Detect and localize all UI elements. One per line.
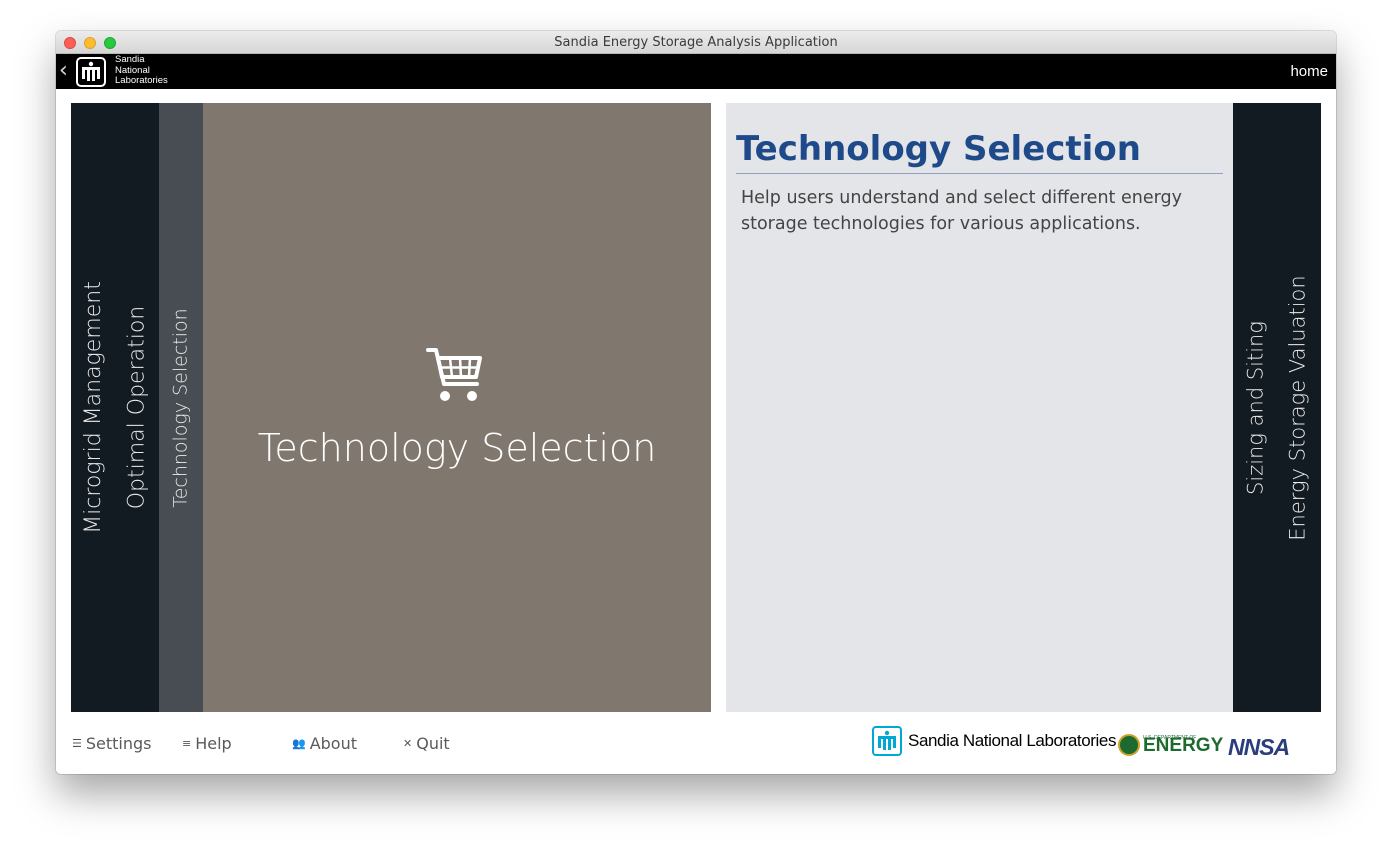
tab-label: Microgrid Management — [80, 281, 106, 534]
tab-sizing-and-siting[interactable]: Sizing and Siting — [1235, 275, 1277, 540]
feature-title: Technology Selection — [257, 426, 657, 470]
left-panel: Microgrid Management Optimal Operation T… — [71, 103, 711, 712]
shopping-cart-icon — [426, 348, 482, 401]
title-divider — [736, 173, 1223, 174]
description-panel: Technology Selection Help users understa… — [726, 103, 1233, 712]
title-bar: Sandia Energy Storage Analysis Applicati… — [56, 31, 1336, 54]
about-label: About — [309, 734, 358, 753]
doe-logo: U.S. DEPARTMENT OF ENERGY — [1118, 734, 1223, 756]
window-title: Sandia Energy Storage Analysis Applicati… — [554, 35, 838, 50]
app-window: Sandia Energy Storage Analysis Applicati… — [56, 31, 1336, 774]
sandia-thunderbird-icon — [872, 726, 902, 756]
tab-microgrid-management[interactable]: Microgrid Management — [71, 103, 115, 712]
logo-line: Sandia — [115, 54, 145, 65]
sandia-logo-text: Sandia National Laboratories — [908, 731, 1117, 750]
tab-label: Technology Selection — [170, 307, 192, 508]
tab-technology-selection[interactable]: Technology Selection — [159, 103, 203, 712]
settings-label: Settings — [85, 734, 152, 753]
tab-group-right: Sizing and Siting Energy Storage Valuati… — [1233, 103, 1321, 712]
sandia-logo-text: Sandia National Laboratories — [115, 54, 168, 87]
nnsa-logo: NNSA — [1228, 734, 1290, 760]
feature-tile[interactable]: Technology Selection — [203, 103, 711, 712]
users-icon: 👥 — [292, 737, 306, 750]
right-panel: Technology Selection Help users understa… — [726, 103, 1321, 712]
quit-label: Quit — [416, 734, 450, 753]
tab-energy-storage-valuation[interactable]: Energy Storage Valuation — [1277, 275, 1319, 540]
doe-seal-icon — [1118, 734, 1140, 756]
list-icon: ☰ — [72, 737, 82, 750]
close-icon: ✕ — [403, 737, 413, 750]
description-text: Help users understand and select differe… — [741, 188, 1182, 234]
about-button[interactable]: 👥 About — [292, 734, 357, 753]
tab-label: Optimal Operation — [124, 305, 150, 510]
sandia-logo-icon — [76, 57, 106, 87]
quit-button[interactable]: ✕ Quit — [403, 734, 450, 753]
logo-line: Laboratories — [115, 75, 168, 86]
footer: ☰ Settings ≡ Help 👥 About ✕ Quit Sandia … — [56, 712, 1336, 774]
doe-small-text: U.S. DEPARTMENT OF — [1143, 734, 1197, 741]
menu-icon: ≡ — [182, 737, 192, 750]
help-label: Help — [195, 734, 232, 753]
help-button[interactable]: ≡ Help — [182, 734, 232, 753]
settings-button[interactable]: ☰ Settings — [72, 734, 152, 753]
description-title: Technology Selection — [736, 129, 1141, 169]
app-header: ‹ Sandia National Laboratories home — [56, 54, 1336, 89]
home-link[interactable]: home — [1290, 63, 1328, 80]
back-chevron-icon[interactable]: ‹ — [59, 58, 68, 83]
sandia-footer-logo: Sandia National Laboratories — [872, 726, 1116, 756]
right-tabs-labels: Sizing and Siting Energy Storage Valuati… — [1235, 275, 1319, 540]
tab-optimal-operation[interactable]: Optimal Operation — [115, 103, 159, 712]
